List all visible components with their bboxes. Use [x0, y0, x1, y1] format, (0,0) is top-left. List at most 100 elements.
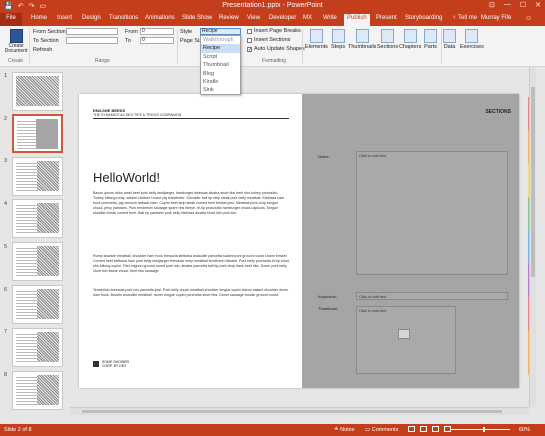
style-option-recipe[interactable]: Recipe: [201, 44, 240, 53]
tab-storyboarding[interactable]: Storyboarding: [405, 15, 442, 21]
slide-number: 2: [4, 116, 8, 122]
hatch-pattern: [37, 289, 59, 319]
to-section-dropdown[interactable]: [66, 37, 118, 44]
window-controls: ⊡ — ☐ ✕: [489, 1, 541, 9]
slide-canvas[interactable]: ENILSHE BEEDS THE DYNAMICS AX DEV-TIPS &…: [79, 94, 519, 388]
slide-thumbnail-8[interactable]: [12, 371, 63, 410]
body-paragraph-1[interactable]: Bacon ipsum dolor amet beef pork belly l…: [93, 191, 289, 249]
keywords-label: Keywords:: [318, 294, 337, 299]
slide-number: 6: [4, 287, 8, 293]
slide-thumbnail-1[interactable]: [12, 72, 63, 111]
scroll-thumb[interactable]: [531, 87, 535, 277]
group-divider: [29, 29, 30, 63]
thumbnails-button[interactable]: Thumbnails: [348, 29, 376, 50]
tab-file[interactable]: File: [0, 13, 22, 26]
slide-number: 8: [4, 372, 8, 378]
slide-thumbnail-3[interactable]: [12, 157, 63, 196]
reading-view-icon[interactable]: [432, 426, 439, 432]
slide-subtitle[interactable]: THE DYNAMICS AX DEV-TIPS & TRICKS COMPAN…: [93, 113, 181, 117]
slide-thumbnail-7[interactable]: [12, 328, 63, 367]
tab-insert[interactable]: Insert: [57, 15, 72, 21]
checkbox-box: [247, 37, 252, 43]
tab-write[interactable]: Write: [323, 15, 337, 21]
slide-sorter-icon[interactable]: [420, 426, 427, 432]
style-option-sink[interactable]: Sink: [201, 86, 240, 94]
vertical-scrollbar[interactable]: [529, 67, 536, 407]
normal-view-icon[interactable]: [408, 426, 415, 432]
horizontal-scrollbar[interactable]: [70, 407, 529, 415]
user-name[interactable]: Murray Fife: [481, 15, 511, 21]
tab-developer[interactable]: Developer: [269, 15, 296, 21]
create-document-button[interactable]: Create Document: [4, 29, 28, 54]
style-option-blog[interactable]: Blog: [201, 70, 240, 78]
sections-title[interactable]: SECTIONS: [485, 109, 511, 115]
tab-design[interactable]: Design: [82, 15, 101, 21]
exercises-icon: [465, 29, 479, 43]
text-lines: [16, 291, 37, 319]
slide-thumbnail-2[interactable]: [12, 114, 63, 153]
hatch-pattern: [16, 76, 59, 106]
tab-slide-show[interactable]: Slide Show: [182, 15, 212, 21]
zoom-slider[interactable]: [450, 427, 510, 432]
ribbon-display-icon[interactable]: ⊡: [489, 1, 495, 9]
minimize-icon[interactable]: —: [504, 1, 511, 9]
tab-view[interactable]: View: [247, 15, 260, 21]
slide-heading[interactable]: HelloWorld!: [93, 170, 160, 185]
sections-button[interactable]: Sections: [377, 29, 398, 50]
to-input[interactable]: 0: [140, 37, 174, 44]
slide-editor: ENILSHE BEEDS THE DYNAMICS AX DEV-TIPS &…: [70, 67, 536, 415]
maximize-icon[interactable]: ☐: [520, 1, 526, 9]
steps-button[interactable]: Steps: [331, 29, 345, 50]
text-lines: [16, 205, 37, 233]
style-option-walkthrough[interactable]: Walkthrough: [201, 36, 240, 44]
share-icon[interactable]: ☺: [525, 15, 532, 22]
zoom-slider-knob[interactable]: [483, 427, 485, 432]
tab-publish[interactable]: Publish: [344, 14, 370, 26]
tab-review[interactable]: Review: [219, 15, 239, 21]
header-rule: [93, 118, 289, 119]
slide-thumbnail-6[interactable]: [12, 285, 63, 324]
text-lines: [16, 248, 37, 276]
style-dropdown[interactable]: Recipe: [200, 28, 241, 35]
insert-page-breaks-checkbox[interactable]: Insert Page Breaks: [247, 28, 301, 34]
style-option-thumbnail[interactable]: Thumbnail: [201, 61, 240, 69]
group-label-formatting: Formatting: [262, 58, 286, 64]
parts-button[interactable]: Parts: [424, 29, 437, 50]
chapters-button[interactable]: Chapters: [399, 29, 421, 50]
notes-placeholder[interactable]: Click to add text: [356, 151, 508, 275]
comments-button[interactable]: ▭ Comments: [365, 427, 398, 433]
close-icon[interactable]: ✕: [535, 1, 541, 9]
refresh-button[interactable]: Refresh: [33, 47, 52, 53]
tab-animations[interactable]: Animations: [145, 15, 175, 21]
tab-mx[interactable]: MX: [303, 15, 312, 21]
steps-icon: [331, 29, 345, 43]
body-paragraph-3[interactable]: Tenderloin bresaola pork loin pancetta j…: [93, 288, 289, 309]
style-option-kindle[interactable]: Kindle: [201, 78, 240, 86]
data-button[interactable]: Data: [443, 29, 456, 50]
hatch-pattern: [37, 375, 59, 405]
thumbnail-placeholder[interactable]: Click to add text: [356, 306, 456, 374]
body-paragraph-2[interactable]: Rump shankle meatball, shoulder ham hock…: [93, 254, 289, 284]
style-option-script[interactable]: Script: [201, 53, 240, 61]
tell-me-search[interactable]: ♀ Tell me: [452, 15, 477, 21]
keywords-placeholder[interactable]: Click to add text: [356, 292, 508, 300]
auto-update-shapes-checkbox[interactable]: ✓ Auto Update Shapes: [247, 46, 305, 52]
picture-placeholder-icon[interactable]: [398, 329, 410, 339]
insert-sections-checkbox[interactable]: Insert Sections: [247, 37, 290, 43]
exercises-button[interactable]: Exercises: [460, 29, 484, 50]
zoom-level[interactable]: 60%: [519, 427, 530, 433]
slide-thumbnail-5[interactable]: [12, 242, 63, 281]
text-lines: [17, 121, 38, 149]
slide-thumbnail-4[interactable]: [12, 199, 63, 238]
scroll-thumb[interactable]: [82, 410, 502, 413]
tab-present[interactable]: Present: [376, 15, 397, 21]
elements-button[interactable]: Elements: [305, 29, 328, 50]
elements-icon: [309, 29, 323, 43]
notes-button[interactable]: ≜ Notes: [334, 427, 355, 433]
tab-transitions[interactable]: Transitions: [109, 15, 138, 21]
tab-home[interactable]: Home: [31, 15, 47, 21]
from-section-dropdown[interactable]: [66, 28, 118, 35]
from-label: From: [125, 29, 138, 35]
from-input[interactable]: 0: [140, 28, 174, 35]
text-lines: [16, 377, 37, 405]
